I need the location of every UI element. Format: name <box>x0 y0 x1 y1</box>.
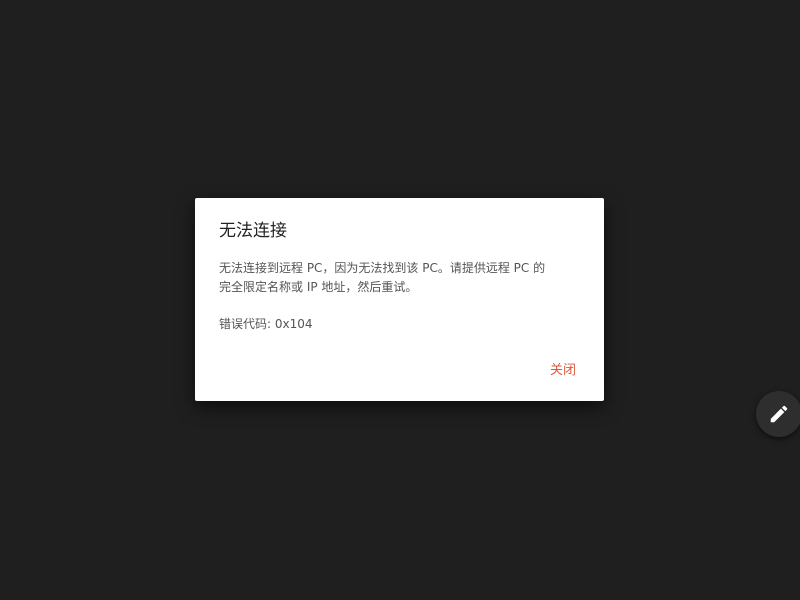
connection-error-dialog: 无法连接 无法连接到远程 PC，因为无法找到该 PC。请提供远程 PC 的 完全… <box>195 198 604 401</box>
dialog-message-line-2: 完全限定名称或 IP 地址，然后重试。 <box>219 280 418 294</box>
error-code: 错误代码: 0x104 <box>219 317 313 331</box>
close-button[interactable]: 关闭 <box>546 360 580 382</box>
edit-fab-button[interactable] <box>756 391 800 437</box>
dialog-message: 无法连接到远程 PC，因为无法找到该 PC。请提供远程 PC 的 完全限定名称或… <box>219 259 584 297</box>
remote-desktop-screen: 无法连接 无法连接到远程 PC，因为无法找到该 PC。请提供远程 PC 的 完全… <box>0 0 800 600</box>
pencil-icon <box>770 405 788 423</box>
dialog-message-line-1: 无法连接到远程 PC，因为无法找到该 PC。请提供远程 PC 的 <box>219 261 546 275</box>
dialog-title: 无法连接 <box>219 221 287 241</box>
